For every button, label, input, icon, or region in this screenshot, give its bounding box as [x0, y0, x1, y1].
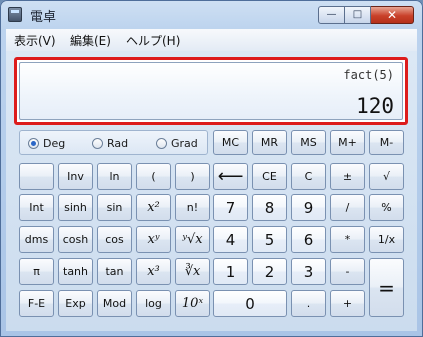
open-paren-button[interactable]: (	[136, 163, 171, 190]
expression-text: fact(5)	[343, 68, 394, 82]
subtract-button[interactable]: -	[330, 258, 365, 285]
title-bar: 電卓 — □ ✕	[0, 0, 423, 28]
maximize-button[interactable]: □	[345, 6, 371, 24]
exp-button[interactable]: Exp	[58, 290, 93, 317]
angle-mode-group: Deg Rad Grad	[19, 130, 208, 155]
sqrt-button[interactable]: √	[369, 163, 404, 190]
digit-3-button[interactable]: 3	[291, 258, 326, 285]
add-button[interactable]: +	[330, 290, 365, 317]
digit-9-button[interactable]: 9	[291, 194, 326, 221]
menu-bar: 表示(V) 編集(E) ヘルプ(H)	[6, 29, 417, 52]
digit-0-button[interactable]: 0	[213, 290, 287, 317]
reciprocal-button[interactable]: 1/x	[369, 226, 404, 253]
cube-root-button[interactable]: ∛x	[175, 258, 210, 285]
x-squared-button[interactable]: x²	[136, 194, 171, 221]
display-highlight: fact(5) 120	[14, 57, 408, 125]
digit-6-button[interactable]: 6	[291, 226, 326, 253]
tanh-button[interactable]: tanh	[58, 258, 93, 285]
pi-button[interactable]: π	[19, 258, 54, 285]
cos-button[interactable]: cos	[97, 226, 132, 253]
x-power-y-button[interactable]: xʸ	[136, 226, 171, 253]
backspace-button[interactable]: ⟵	[213, 163, 248, 190]
digit-8-button[interactable]: 8	[252, 194, 287, 221]
radio-selected-icon	[28, 138, 39, 149]
radio-unselected-icon	[92, 138, 103, 149]
ms-button[interactable]: MS	[291, 130, 326, 155]
decimal-button[interactable]: .	[291, 290, 326, 317]
sinh-button[interactable]: sinh	[58, 194, 93, 221]
digit-2-button[interactable]: 2	[252, 258, 287, 285]
radio-unselected-icon	[156, 138, 167, 149]
multiply-button[interactable]: *	[330, 226, 365, 253]
digit-1-button[interactable]: 1	[213, 258, 248, 285]
log-button[interactable]: log	[136, 290, 171, 317]
window-title: 電卓	[30, 10, 57, 25]
blank-button[interactable]	[19, 163, 54, 190]
minimize-button[interactable]: —	[318, 6, 345, 24]
digit-5-button[interactable]: 5	[252, 226, 287, 253]
sin-button[interactable]: sin	[97, 194, 132, 221]
plus-minus-button[interactable]: ±	[330, 163, 365, 190]
menu-edit[interactable]: 編集(E)	[70, 32, 111, 49]
result-value: 120	[356, 94, 394, 118]
percent-button[interactable]: %	[369, 194, 404, 221]
x-cubed-button[interactable]: x³	[136, 258, 171, 285]
menu-view[interactable]: 表示(V)	[14, 32, 56, 49]
close-button[interactable]: ✕	[371, 6, 414, 24]
int-button[interactable]: Int	[19, 194, 54, 221]
f-e-button[interactable]: F-E	[19, 290, 54, 317]
calculator-app-icon	[8, 7, 22, 22]
equals-button[interactable]: =	[369, 258, 404, 317]
close-paren-button[interactable]: )	[175, 163, 210, 190]
cosh-button[interactable]: cosh	[58, 226, 93, 253]
mod-button[interactable]: Mod	[97, 290, 132, 317]
dms-button[interactable]: dms	[19, 226, 54, 253]
inv-button[interactable]: Inv	[58, 163, 93, 190]
factorial-button[interactable]: n!	[175, 194, 210, 221]
radio-deg-label: Deg	[43, 137, 66, 150]
m-plus-button[interactable]: M+	[330, 130, 365, 155]
c-button[interactable]: C	[291, 163, 326, 190]
ce-button[interactable]: CE	[252, 163, 287, 190]
tan-button[interactable]: tan	[97, 258, 132, 285]
calculator-window: 電卓 — □ ✕ 表示(V) 編集(E) ヘルプ(H) fact(5) 120 …	[0, 0, 423, 337]
divide-button[interactable]: /	[330, 194, 365, 221]
digit-4-button[interactable]: 4	[213, 226, 248, 253]
menu-help[interactable]: ヘルプ(H)	[126, 32, 180, 49]
display: fact(5) 120	[19, 62, 403, 120]
mc-button[interactable]: MC	[213, 130, 248, 155]
ten-power-x-button[interactable]: 10ˣ	[175, 290, 210, 317]
mr-button[interactable]: MR	[252, 130, 287, 155]
digit-7-button[interactable]: 7	[213, 194, 248, 221]
m-minus-button[interactable]: M-	[369, 130, 404, 155]
ln-button[interactable]: ln	[97, 163, 132, 190]
radio-grad-label: Grad	[171, 137, 198, 150]
radio-rad-label: Rad	[107, 137, 129, 150]
y-root-button[interactable]: ʸ√x	[175, 226, 210, 253]
